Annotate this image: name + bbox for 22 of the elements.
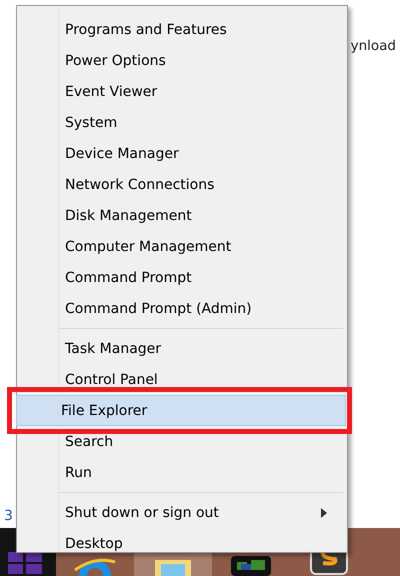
menu-item[interactable]: Event Viewer: [20, 76, 344, 107]
menu-item[interactable]: Task Manager: [20, 333, 344, 364]
menu-item[interactable]: Shut down or sign out: [20, 497, 344, 528]
menu-item[interactable]: Disk Management: [20, 200, 344, 231]
menu-item[interactable]: System: [20, 107, 344, 138]
browser-icon[interactable]: [73, 556, 117, 576]
folder-icon[interactable]: [153, 558, 193, 576]
menu-item[interactable]: Control Panel: [20, 364, 344, 395]
menu-item[interactable]: Command Prompt: [20, 262, 344, 293]
menu-item[interactable]: Power Options: [20, 45, 344, 76]
menu-item[interactable]: File Explorer: [16, 395, 346, 426]
menu-item[interactable]: Programs and Features: [20, 14, 344, 45]
menu-item[interactable]: Run: [20, 457, 344, 488]
menu-item[interactable]: Computer Management: [20, 231, 344, 262]
menu-item[interactable]: Device Manager: [20, 138, 344, 169]
menu-item[interactable]: Search: [20, 426, 344, 457]
background-text: 3: [4, 508, 13, 524]
menu-item[interactable]: Command Prompt (Admin): [20, 293, 344, 324]
menu-item[interactable]: Desktop: [20, 528, 344, 559]
app-icon[interactable]: [229, 556, 273, 576]
menu-item[interactable]: Network Connections: [20, 169, 344, 200]
background-text: ynload: [350, 38, 396, 54]
